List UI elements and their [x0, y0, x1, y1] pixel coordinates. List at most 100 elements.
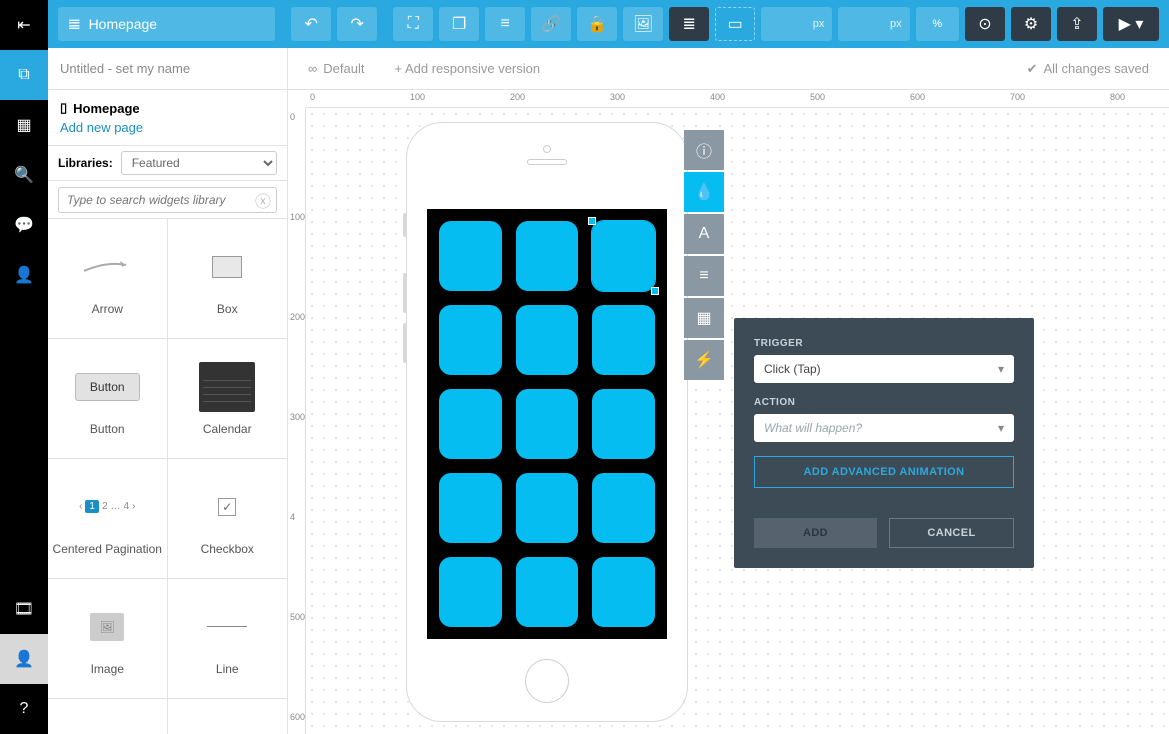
width-input[interactable]: px	[761, 7, 832, 41]
help-icon[interactable]: ?	[0, 684, 48, 734]
check-icon: ✔	[1027, 61, 1038, 77]
app-icon[interactable]	[439, 557, 502, 627]
app-icon[interactable]	[439, 389, 502, 459]
ruler-horizontal: 0 100 200 300 400 500 600 700 800	[306, 90, 1169, 108]
widget-line[interactable]: Line	[168, 579, 288, 699]
percent-input[interactable]: %	[916, 7, 959, 41]
page-icon: ▯	[60, 100, 67, 116]
widget-button[interactable]: Button Button	[48, 339, 168, 459]
widget-checkbox[interactable]: ✓ Checkbox	[168, 459, 288, 579]
link-icon[interactable]: 🔗	[531, 7, 571, 41]
group-icon[interactable]: ▭	[715, 7, 755, 41]
left-rail: ⇤ ⧉ ▦ 🔍 💬 👤 🎞 👤 ?	[0, 0, 48, 734]
image-icon[interactable]: 🖼	[623, 7, 663, 41]
action-select[interactable]: What will happen?	[754, 414, 1014, 442]
film-icon[interactable]: 🎞	[0, 584, 48, 634]
app-icon[interactable]	[439, 305, 502, 375]
add-button[interactable]: ADD	[754, 518, 877, 548]
search-icon[interactable]: 🔍	[0, 150, 48, 200]
project-name[interactable]: Untitled - set my name	[48, 48, 287, 90]
pages-icon[interactable]: ⧉	[0, 50, 48, 100]
default-tab[interactable]: ∞Default	[308, 61, 364, 76]
widget-arrow[interactable]: Arrow	[48, 219, 168, 339]
add-responsive-tab[interactable]: + Add responsive version	[394, 61, 540, 76]
users-icon[interactable]: 👤	[0, 250, 48, 300]
interaction-tool-icon[interactable]: ⚡	[684, 340, 724, 380]
lock-icon[interactable]: 🔒	[577, 7, 617, 41]
widget-image[interactable]: 🖼 Image	[48, 579, 168, 699]
widget-box[interactable]: Box	[168, 219, 288, 339]
cancel-button[interactable]: CANCEL	[889, 518, 1014, 548]
ruler-vertical: 0 100 200 300 4 500 600	[288, 108, 306, 734]
app-icon[interactable]	[516, 389, 579, 459]
app-icon[interactable]	[592, 473, 655, 543]
app-icon[interactable]	[516, 473, 579, 543]
app-icon[interactable]	[592, 557, 655, 627]
app-icon[interactable]	[516, 305, 579, 375]
canvas-area: 0 100 200 300 400 500 600 700 800 0 100 …	[288, 90, 1169, 734]
topbar: 𝌆 Homepage ↶ ↷ ⛶ ❐ ≡ 🔗 🔒 🖼 ≣ ▭ px px % ⊙…	[48, 0, 1169, 48]
clear-search-icon[interactable]: ⓧ	[255, 188, 271, 212]
library-select[interactable]: Featured	[121, 151, 277, 175]
undo-button[interactable]: ↶	[291, 7, 331, 41]
layers-icon[interactable]: ≣	[669, 7, 709, 41]
action-label: ACTION	[754, 397, 1014, 408]
left-panel: Untitled - set my name ▯ Homepage Add ne…	[48, 48, 288, 734]
height-input[interactable]: px	[838, 7, 909, 41]
box-icon	[212, 256, 242, 278]
components-icon[interactable]: ▦	[0, 100, 48, 150]
info-tool-icon[interactable]: ⓘ	[684, 130, 724, 170]
share-icon[interactable]: ⇪	[1057, 7, 1097, 41]
pattern-tool-icon[interactable]: ▦	[684, 298, 724, 338]
app-icon[interactable]	[516, 557, 579, 627]
fill-tool-icon[interactable]: 💧	[684, 172, 724, 212]
button-preview: Button	[75, 373, 140, 401]
play-button[interactable]: ▶ ▾	[1103, 7, 1159, 41]
redo-button[interactable]: ↷	[337, 7, 377, 41]
trigger-label: TRIGGER	[754, 338, 1014, 349]
add-advanced-animation-button[interactable]: ADD ADVANCED ANIMATION	[754, 456, 1014, 488]
text-tool-icon[interactable]: A	[684, 214, 724, 254]
app-icon[interactable]	[592, 305, 655, 375]
image-placeholder-icon: 🖼	[90, 613, 124, 641]
widget-grid: Arrow Box Button Button Calendar ‹12…4› …	[48, 219, 287, 734]
breadcrumb[interactable]: 𝌆 Homepage	[58, 7, 275, 41]
app-icon[interactable]	[439, 221, 502, 291]
trigger-select[interactable]: Click (Tap)	[754, 355, 1014, 383]
preview-toggle-icon[interactable]: ⊙	[965, 7, 1005, 41]
widget-chart[interactable]	[48, 699, 168, 734]
copy-icon[interactable]: ❐	[439, 7, 479, 41]
checkbox-icon: ✓	[218, 498, 236, 516]
widget-search: ⓧ	[48, 181, 287, 219]
canvas[interactable]: ⓘ 💧 A ≡ ▦ ⚡ TRIGGER Click (Tap) ACTION W…	[306, 108, 1169, 734]
profile-icon[interactable]: 👤	[0, 634, 48, 684]
device-frame	[406, 122, 688, 722]
add-new-page[interactable]: Add new page	[48, 120, 287, 145]
line-icon	[207, 626, 247, 627]
interaction-popover: TRIGGER Click (Tap) ACTION What will hap…	[734, 318, 1034, 568]
sitemap-icon: 𝌆	[68, 16, 81, 33]
libraries-label: Libraries:	[58, 156, 113, 170]
widget-search-input[interactable]	[58, 187, 277, 213]
arrow-icon	[82, 257, 132, 277]
exit-icon[interactable]: ⇤	[0, 0, 48, 50]
widget-calendar[interactable]: Calendar	[168, 339, 288, 459]
app-icon[interactable]	[592, 389, 655, 459]
subheader: ∞Default + Add responsive version ✔All c…	[288, 48, 1169, 90]
lines-tool-icon[interactable]: ≡	[684, 256, 724, 296]
phone-speaker	[527, 159, 567, 165]
app-icon[interactable]	[516, 221, 579, 291]
widget-text[interactable]: A	[168, 699, 288, 734]
crop-icon[interactable]: ⛶	[393, 7, 433, 41]
app-icon-selected[interactable]	[592, 221, 655, 291]
calendar-icon	[199, 362, 255, 412]
settings-icon[interactable]: ⚙	[1011, 7, 1051, 41]
comments-icon[interactable]: 💬	[0, 200, 48, 250]
app-icon[interactable]	[439, 473, 502, 543]
pagination-icon: ‹12…4›	[79, 500, 135, 513]
page-item[interactable]: ▯ Homepage	[48, 90, 287, 120]
align-icon[interactable]: ≡	[485, 7, 525, 41]
widget-pagination[interactable]: ‹12…4› Centered Pagination	[48, 459, 168, 579]
phone-home-button	[525, 659, 569, 703]
element-tools: ⓘ 💧 A ≡ ▦ ⚡	[684, 130, 724, 380]
